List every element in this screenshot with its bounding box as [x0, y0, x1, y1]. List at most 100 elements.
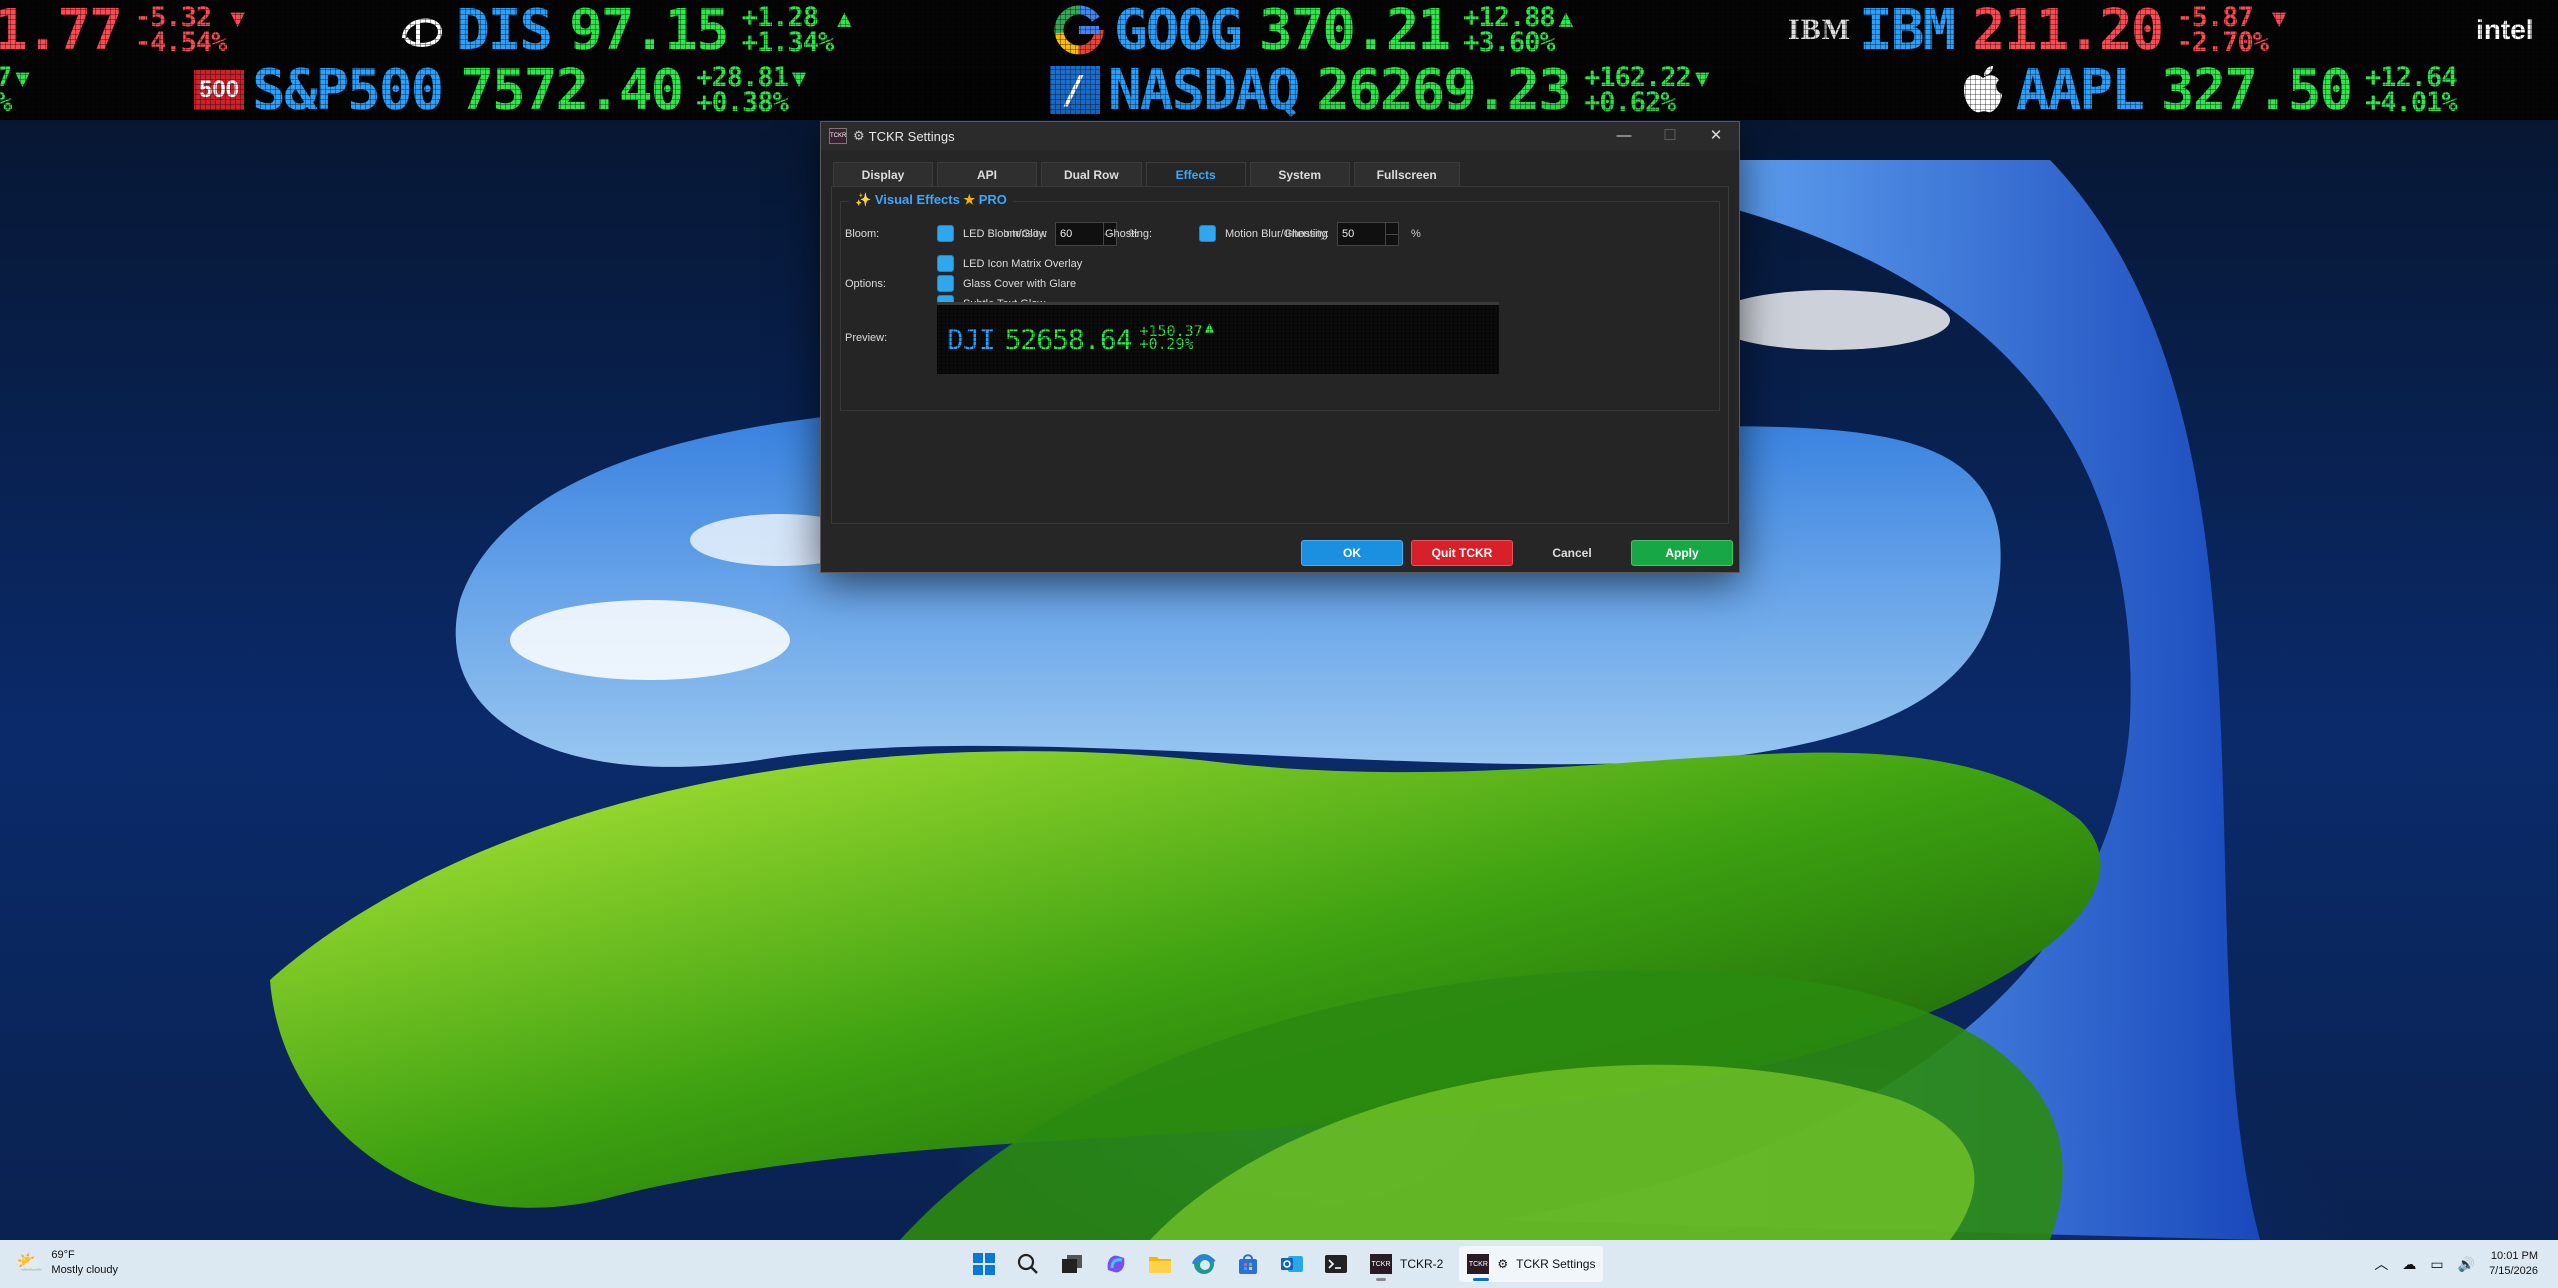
- ticker-item: intel: [2476, 0, 2542, 60]
- ticker-change: -5.87 -2.70%: [2176, 4, 2269, 56]
- outlook-icon[interactable]: [1274, 1246, 1310, 1282]
- up-arrow-icon: ▼: [791, 64, 807, 92]
- copilot-icon[interactable]: [1098, 1246, 1134, 1282]
- ticker-change-pct: %: [0, 89, 12, 116]
- checkbox-box[interactable]: [1199, 225, 1216, 242]
- terminal-icon[interactable]: [1318, 1246, 1354, 1282]
- ticker-change: +162.22 +0.62%: [1584, 64, 1692, 118]
- ticker-change: -5.32 -4.54%: [134, 4, 228, 58]
- weather-widget[interactable]: ⛅ 69°F Mostly cloudy: [16, 1248, 118, 1278]
- ticker-symbol: IBM: [1859, 0, 1956, 60]
- ticker-item: DIS 97.15 +1.28 +1.34% ▲: [396, 0, 852, 60]
- taskbar: ⛅ 69°F Mostly cloudy TCKR TCKR-2 TCKR ⚙ …: [0, 1240, 2558, 1288]
- ticker-item: GOOG 370.21 +12.88 +3.60% ▲: [1052, 0, 1573, 60]
- settings-dialog: TCKR ⚙ TCKR Settings — ☐ ✕ Display API D…: [820, 121, 1740, 573]
- ticker-change-pct: +1.34%: [741, 27, 835, 58]
- ticker-symbol: NASDAQ: [1108, 60, 1300, 120]
- down-arrow-icon: ▼: [230, 4, 245, 32]
- ticker-price: 1.77: [0, 0, 123, 60]
- spin-arrows[interactable]: [1385, 223, 1399, 245]
- checkbox-box[interactable]: [937, 255, 954, 272]
- chevron-up-icon[interactable]: ︿: [2374, 1254, 2388, 1274]
- quit-button[interactable]: Quit TCKR: [1411, 540, 1513, 566]
- pro-badge: PRO: [978, 192, 1007, 207]
- ticker-symbol: AAPL: [2016, 60, 2145, 120]
- sp500-logo-icon: 500: [194, 70, 244, 110]
- taskbar-app-tckr-2[interactable]: TCKR TCKR-2: [1362, 1246, 1451, 1282]
- store-icon[interactable]: [1230, 1246, 1266, 1282]
- ticker-price: 370.21: [1258, 0, 1451, 60]
- running-indicator: [1473, 1278, 1490, 1281]
- ticker-price: 97.15: [569, 0, 730, 60]
- tab-effects[interactable]: Effects: [1145, 162, 1246, 187]
- tab-fullscreen[interactable]: Fullscreen: [1353, 162, 1460, 187]
- weather-desc: Mostly cloudy: [51, 1264, 119, 1276]
- dialog-title: TCKR Settings: [868, 128, 955, 144]
- ticker-item: / NASDAQ 26269.23 +162.22 +0.62% ▼: [1050, 60, 1709, 120]
- ticker-change: +12.64 +4.01%: [2365, 64, 2458, 116]
- taskbar-app-label: TCKR Settings: [1516, 1257, 1596, 1271]
- ghosting-label: Ghosting:: [1105, 228, 1153, 240]
- nasdaq-logo-icon: /: [1050, 66, 1100, 114]
- clock[interactable]: 10:01 PM 7/15/2026: [2489, 1249, 2538, 1279]
- ticker-change-pct: +3.60%: [1463, 27, 1556, 58]
- clock-date: 7/15/2026: [2489, 1265, 2538, 1277]
- ticker-item: 1.77 -5.32 -4.54% ▼: [0, 0, 245, 60]
- up-arrow-icon: ▲: [837, 4, 852, 32]
- tckr-app-icon: TCKR: [1467, 1254, 1490, 1274]
- gear-icon: ⚙: [853, 128, 865, 143]
- volume-icon[interactable]: 🔊: [2458, 1256, 2475, 1273]
- preview-symbol: DJI: [947, 323, 996, 356]
- search-icon[interactable]: [1010, 1246, 1046, 1282]
- ghosting-intensity-field[interactable]: 50: [1337, 222, 1400, 246]
- ibm-logo-icon: IBM: [1788, 13, 1851, 46]
- group-title-label: Visual Effects: [874, 192, 960, 207]
- partly-cloudy-icon: ⛅: [16, 1250, 44, 1275]
- task-view-icon[interactable]: [1054, 1246, 1090, 1282]
- glass-cover-checkbox[interactable]: Glass Cover with Glare: [937, 275, 1076, 292]
- ticker-change: 7 %: [0, 64, 12, 116]
- disney-logo-icon: [396, 8, 448, 52]
- up-arrow-icon: ▲: [1204, 317, 1215, 336]
- intensity-label: Intensity:: [1285, 228, 1330, 240]
- down-arrow-icon: ▼: [2272, 4, 2287, 32]
- edge-browser-icon[interactable]: [1186, 1246, 1222, 1282]
- clock-time: 10:01 PM: [2490, 1250, 2538, 1262]
- ticker-item: 500 S&P500 7572.40 +28.81 +0.38% ▼: [194, 60, 806, 120]
- file-explorer-icon[interactable]: [1142, 1246, 1178, 1282]
- cancel-button[interactable]: Cancel: [1521, 540, 1623, 566]
- minimize-button[interactable]: —: [1601, 122, 1647, 150]
- led-icon-matrix-checkbox[interactable]: LED Icon Matrix Overlay: [937, 255, 1082, 272]
- tab-dual-row[interactable]: Dual Row: [1041, 162, 1142, 187]
- bloom-label: Bloom:: [845, 228, 880, 240]
- checkbox-label: Glass Cover with Glare: [963, 277, 1077, 290]
- ticker-price: 211.20: [1972, 0, 2164, 60]
- ticker-item: AAPL 327.50 +12.64 +4.01%: [1958, 60, 2458, 120]
- tab-system[interactable]: System: [1249, 162, 1350, 187]
- ticker-change: +12.88 +3.60%: [1463, 4, 1556, 58]
- sparkle-icon: ✨: [855, 192, 872, 207]
- tab-display[interactable]: Display: [833, 162, 933, 187]
- cloud-offline-icon[interactable]: ☁: [2402, 1256, 2416, 1273]
- ticker-change-pct: +0.62%: [1584, 87, 1677, 118]
- settings-tabs: Display API Dual Row Effects System Full…: [833, 162, 1460, 187]
- checkbox-box[interactable]: [937, 225, 954, 242]
- ticker-change-pct: +0.38%: [696, 87, 789, 118]
- ticker-bottom-row: 7 % ▼ 500 S&P500 7572.40 +28.81 +0.38% ▼…: [0, 60, 2558, 120]
- close-button[interactable]: ✕: [1693, 122, 1739, 150]
- preview-change-pct: +0.29%: [1139, 334, 1194, 353]
- dialog-titlebar[interactable]: TCKR ⚙ TCKR Settings — ☐ ✕: [821, 122, 1739, 150]
- apply-button[interactable]: Apply: [1631, 540, 1733, 566]
- weather-text: 69°F Mostly cloudy: [51, 1248, 118, 1278]
- start-icon[interactable]: [966, 1246, 1002, 1282]
- maximize-button[interactable]: ☐: [1647, 122, 1693, 150]
- taskbar-app-tckr-settings[interactable]: TCKR ⚙ TCKR Settings: [1459, 1246, 1604, 1282]
- ok-button[interactable]: OK: [1301, 540, 1403, 566]
- checkbox-box[interactable]: [937, 275, 954, 292]
- preview-change: +150.37 +0.29%: [1139, 323, 1202, 353]
- tab-api[interactable]: API: [937, 162, 1037, 187]
- network-icon[interactable]: ▭: [2430, 1256, 2443, 1273]
- star-icon: ★: [963, 192, 976, 207]
- ticker-change-pct: -4.54%: [134, 27, 228, 58]
- ticker-price: 327.50: [2160, 60, 2353, 120]
